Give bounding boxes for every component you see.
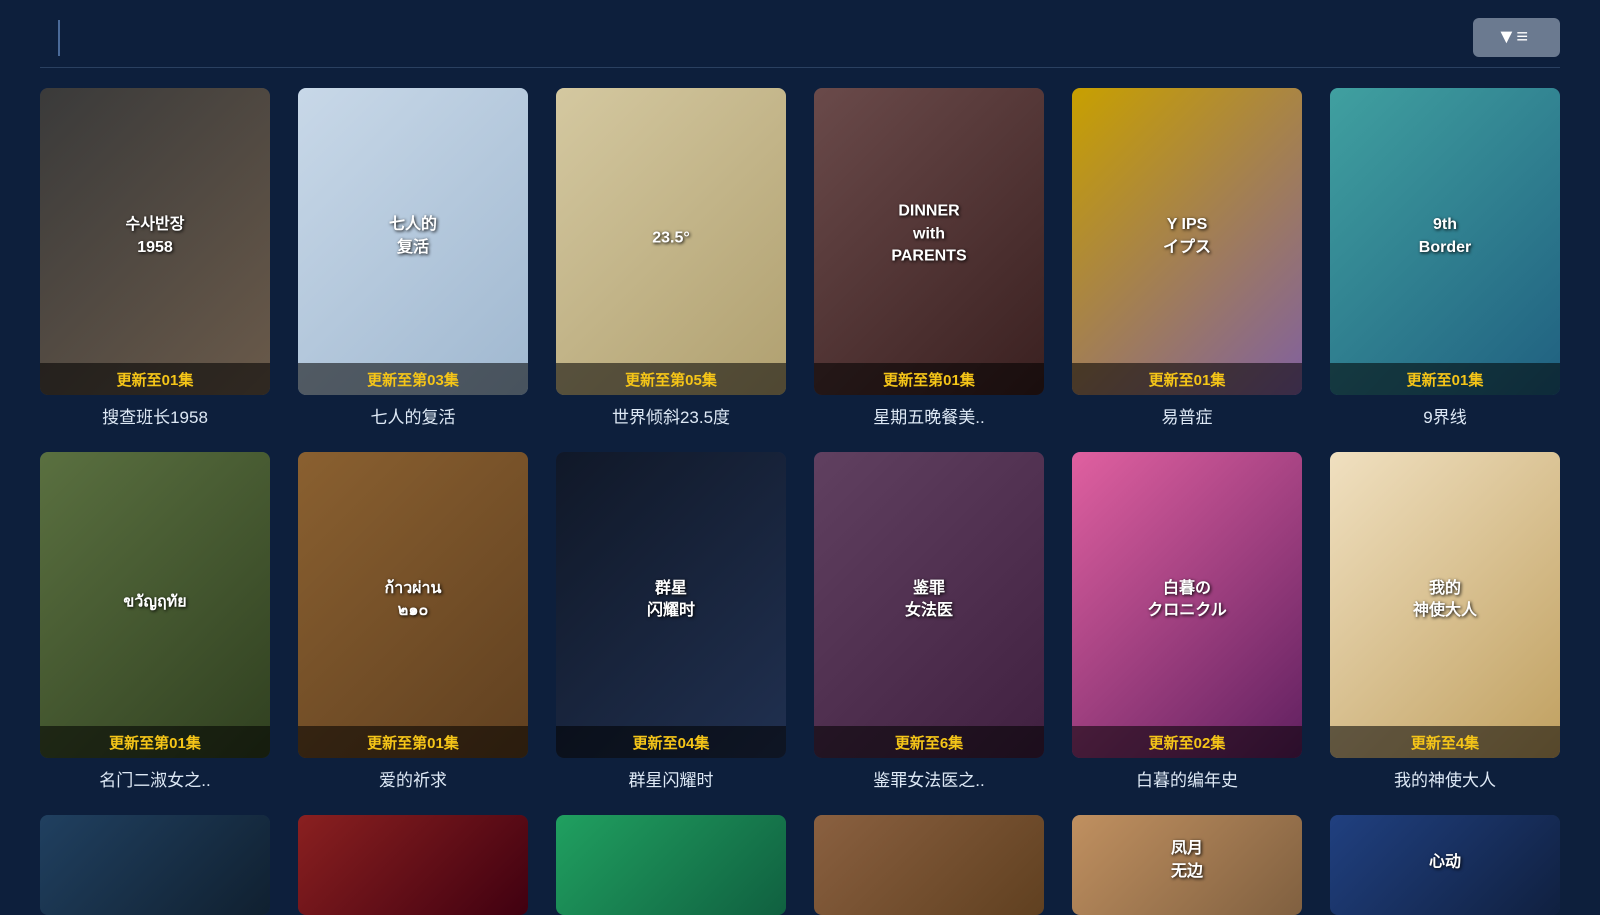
show-title: 爱的祈求 [298, 766, 528, 791]
shows-grid-row3: 凤月 无边 心动 [0, 805, 1600, 915]
episode-badge: 更新至第03集 [298, 363, 528, 395]
poster-text: 鉴罪 女法医 [826, 578, 1033, 623]
poster-image [298, 815, 528, 915]
shows-grid-row2: ขวัญฤทัย 更新至第01集名门二淑女之.. ก้าวผ่าน ๒๑๐ 更新至第0… [0, 442, 1600, 792]
show-title: 名门二淑女之.. [40, 766, 270, 791]
poster-image: 凤月 无边 [1072, 815, 1302, 915]
show-card[interactable] [298, 815, 528, 915]
poster-image: Y IPS イプス更新至01集 [1072, 88, 1302, 395]
poster-text: 23.5° [568, 228, 775, 250]
poster-text: 9th Border [1342, 214, 1549, 259]
poster-image: ก้าวผ่าน ๒๑๐ 更新至第01集 [298, 452, 528, 759]
poster-image: ขวัญฤทัย 更新至第01集 [40, 452, 270, 759]
show-card[interactable]: 鉴罪 女法医更新至6集鉴罪女法医之.. [814, 452, 1044, 792]
header: ▼≡ [0, 0, 1600, 67]
menu-button[interactable]: ▼≡ [1473, 18, 1560, 57]
show-title: 星期五晚餐美.. [814, 403, 1044, 428]
show-card[interactable]: ขวัญฤทัย 更新至第01集名门二淑女之.. [40, 452, 270, 792]
poster-text: Y IPS イプス [1084, 214, 1291, 259]
poster-image: 9th Border 更新至01集 [1330, 88, 1560, 395]
show-title: 搜查班长1958 [40, 403, 270, 428]
episode-badge: 更新至第01集 [298, 726, 528, 758]
episode-badge: 更新至第01集 [40, 726, 270, 758]
show-card[interactable]: DINNER with PARENTS 更新至第01集星期五晚餐美.. [814, 88, 1044, 428]
poster-text: DINNER with PARENTS [826, 201, 1033, 268]
show-card[interactable]: 七人的 复活更新至第03集七人的复活 [298, 88, 528, 428]
poster-image: 23.5° 更新至第05集 [556, 88, 786, 395]
poster-text: 白暮の クロニクル [1084, 578, 1291, 623]
poster-text: 群星 闪耀时 [568, 578, 775, 623]
show-title: 七人的复活 [298, 403, 528, 428]
show-card[interactable]: Y IPS イプス更新至01集易普症 [1072, 88, 1302, 428]
poster-text: 心动 [1342, 852, 1549, 874]
show-title: 9界线 [1330, 403, 1560, 428]
poster-image [40, 815, 270, 915]
show-title: 白暮的编年史 [1072, 766, 1302, 791]
show-title: 世界倾斜23.5度 [556, 403, 786, 428]
poster-image: DINNER with PARENTS 更新至第01集 [814, 88, 1044, 395]
episode-badge: 更新至01集 [40, 363, 270, 395]
poster-text: ขวัญฤทัย [52, 592, 259, 614]
show-title: 群星闪耀时 [556, 766, 786, 791]
poster-image: 白暮の クロニクル更新至02集 [1072, 452, 1302, 759]
episode-badge: 更新至01集 [1072, 363, 1302, 395]
show-card[interactable]: 23.5° 更新至第05集世界倾斜23.5度 [556, 88, 786, 428]
show-title: 我的神使大人 [1330, 766, 1560, 791]
show-card[interactable]: 白暮の クロニクル更新至02集白暮的编年史 [1072, 452, 1302, 792]
show-card[interactable]: 수사반장 1958 更新至01集搜查班长1958 [40, 88, 270, 428]
poster-image: 心动 [1330, 815, 1560, 915]
show-card[interactable]: 凤月 无边 [1072, 815, 1302, 915]
show-card[interactable]: ก้าวผ่าน ๒๑๐ 更新至第01集爱的祈求 [298, 452, 528, 792]
poster-image: 수사반장 1958 更新至01集 [40, 88, 270, 395]
episode-badge: 更新至01集 [1330, 363, 1560, 395]
episode-badge: 更新至04集 [556, 726, 786, 758]
episode-badge: 更新至第01集 [814, 363, 1044, 395]
filter-icon: ▼≡ [1497, 26, 1528, 49]
show-card[interactable]: 9th Border 更新至01集 9界线 [1330, 88, 1560, 428]
episode-badge: 更新至02集 [1072, 726, 1302, 758]
show-card[interactable] [40, 815, 270, 915]
show-title: 鉴罪女法医之.. [814, 766, 1044, 791]
show-card[interactable]: 心动 [1330, 815, 1560, 915]
header-separator [40, 67, 1560, 68]
show-title: 易普症 [1072, 403, 1302, 428]
show-card[interactable]: 我的 神使大人更新至4集我的神使大人 [1330, 452, 1560, 792]
poster-text: 수사반장 1958 [52, 214, 259, 259]
poster-image: 我的 神使大人更新至4集 [1330, 452, 1560, 759]
show-card[interactable] [814, 815, 1044, 915]
show-card[interactable] [556, 815, 786, 915]
header-divider [58, 20, 60, 56]
poster-image: 七人的 复活更新至第03集 [298, 88, 528, 395]
poster-text: ก้าวผ่าน ๒๑๐ [310, 578, 517, 623]
poster-image: 群星 闪耀时更新至04集 [556, 452, 786, 759]
show-card[interactable]: 群星 闪耀时更新至04集群星闪耀时 [556, 452, 786, 792]
poster-text: 凤月 无边 [1084, 838, 1291, 883]
shows-grid-row1: 수사반장 1958 更新至01集搜查班长1958 七人的 复活更新至第03集七人的复… [0, 78, 1600, 428]
poster-image [556, 815, 786, 915]
episode-badge: 更新至6集 [814, 726, 1044, 758]
header-left [40, 20, 78, 56]
poster-image: 鉴罪 女法医更新至6集 [814, 452, 1044, 759]
episode-badge: 更新至4集 [1330, 726, 1560, 758]
episode-badge: 更新至第05集 [556, 363, 786, 395]
poster-text: 七人的 复活 [310, 214, 517, 259]
poster-text: 我的 神使大人 [1342, 578, 1549, 623]
poster-image [814, 815, 1044, 915]
